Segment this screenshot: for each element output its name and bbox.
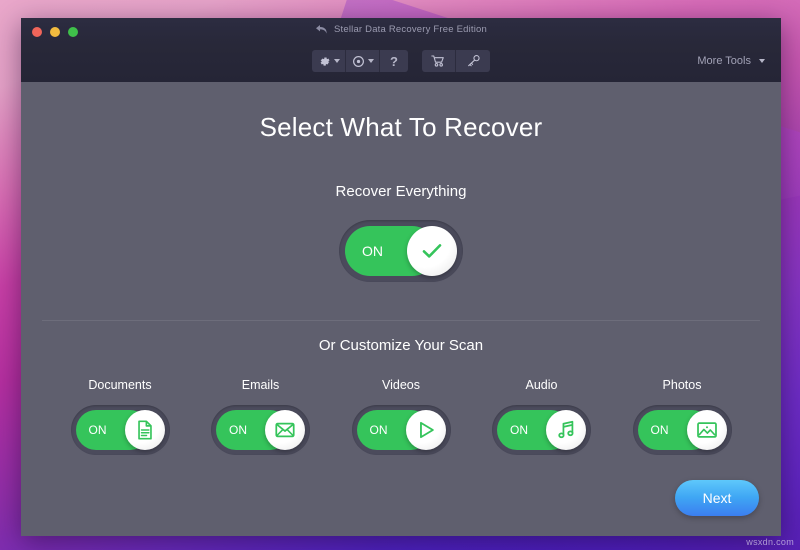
gear-icon [320,56,330,66]
category-audio: Audio ON [483,378,601,455]
window-title-group: Stellar Data Recovery Free Edition [21,24,781,35]
more-tools-menu[interactable]: More Tools [697,55,765,67]
window-title: Stellar Data Recovery Free Edition [333,24,488,35]
category-label: Emails [241,378,280,392]
category-documents: Documents ON [61,378,179,455]
category-label: Audio [525,378,558,392]
customize-scan-label: Or Customize Your Scan [318,337,484,354]
section-divider [42,320,760,321]
toggle-state-label: ON [650,423,669,437]
key-icon [467,55,480,67]
toggle-knob [265,410,305,450]
title-bar: Stellar Data Recovery Free Edition [21,18,781,45]
toggle-state-label: ON [88,423,107,437]
recover-everything-toggle-wrap: ON [21,220,781,282]
toggle-state-label: ON [229,423,247,437]
toolbar-left-group: ? [312,50,408,72]
envelope-icon [275,422,295,438]
audio-toggle[interactable]: ON [492,405,591,455]
image-icon [696,422,717,438]
toggle-knob [405,410,446,450]
photos-toggle[interactable]: ON [632,405,732,455]
toolbar: ? More Tools [21,45,781,82]
category-photos: Photos ON [623,378,741,455]
toggle-knob [686,410,727,450]
category-label: Documents [88,378,152,392]
toggle-knob [546,410,586,450]
back-arrow-icon [315,25,327,34]
videos-toggle[interactable]: ON [351,405,451,455]
chevron-down-icon [759,59,765,63]
main-content: Select What To Recover Recover Everythin… [21,82,781,536]
buy-now-button[interactable] [422,50,456,72]
settings-button[interactable] [312,50,346,72]
documents-toggle[interactable]: ON [70,405,170,455]
check-icon [422,244,442,258]
toggle-knob [407,226,457,276]
watermark: wsxdn.com [746,537,794,547]
chevron-down-icon [367,59,374,63]
music-note-icon [558,420,574,439]
shopping-cart-icon [431,55,444,67]
toolbar-right-group [422,50,490,72]
category-label: Videos [382,378,420,392]
page-title: Select What To Recover [259,112,543,142]
help-label: ? [390,53,398,69]
toggle-state-label: ON [369,423,388,437]
chevron-down-icon [333,59,340,63]
toggle-knob [124,410,165,450]
category-videos: Videos ON [342,378,460,455]
activate-key-button[interactable] [456,50,490,72]
recover-everything-toggle[interactable]: ON [339,220,463,282]
toggle-state-label: ON [362,243,383,259]
more-tools-label: More Tools [697,55,751,67]
target-icon [352,55,364,67]
play-icon [419,421,434,439]
recover-options-button[interactable] [346,50,380,72]
help-button[interactable]: ? [380,50,408,72]
emails-toggle[interactable]: ON [211,405,310,455]
category-emails: Emails ON [202,378,320,455]
recover-everything-label: Recover Everything [335,183,467,200]
next-button[interactable]: Next [675,480,759,516]
category-label: Photos [662,378,702,392]
desktop-wallpaper: Stellar Data Recovery Free Edition ? Mor… [0,0,800,550]
category-toggle-row: Documents ON Emails ON Videos ON Audio O… [21,378,781,455]
toggle-state-label: ON [510,423,528,437]
document-icon [137,420,152,440]
toolbar-buttons: ? [21,50,781,72]
app-window: Stellar Data Recovery Free Edition ? Mor… [21,18,781,536]
